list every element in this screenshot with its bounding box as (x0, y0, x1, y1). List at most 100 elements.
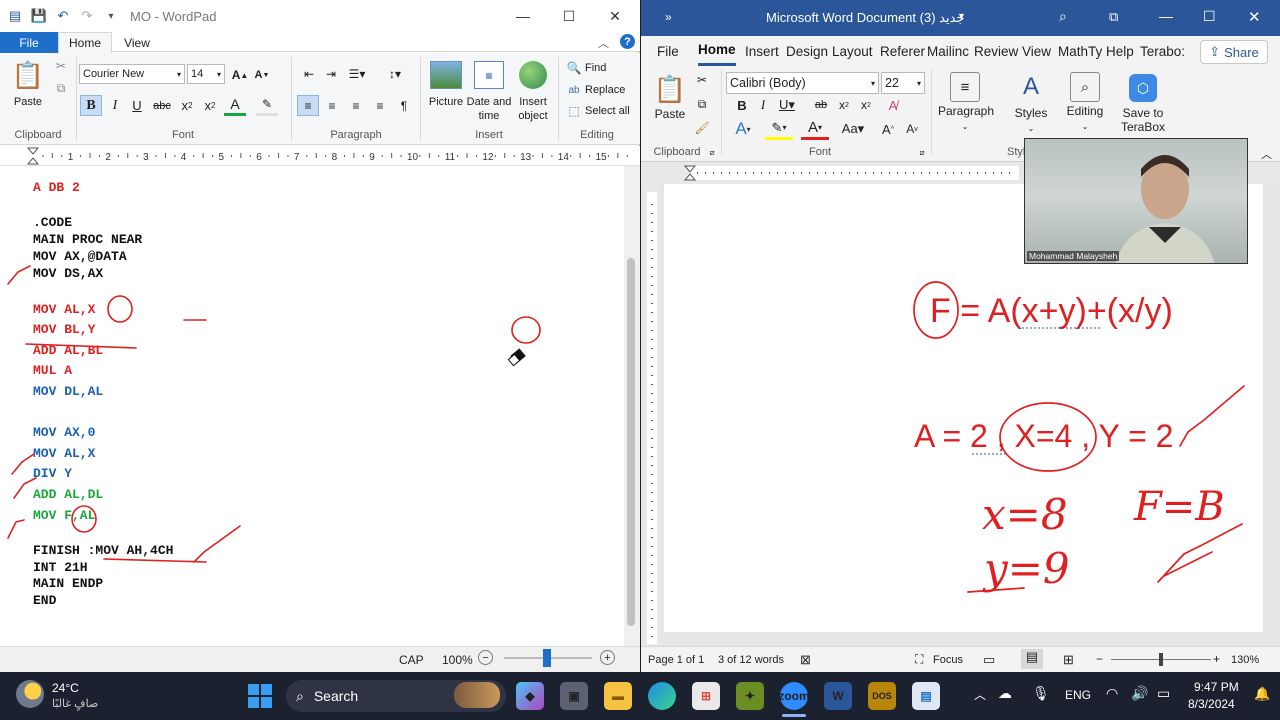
styles-button[interactable]: Styles (1009, 106, 1053, 120)
word-tab[interactable]: MathTy (1058, 36, 1102, 66)
save-icon[interactable]: 💾 (30, 7, 48, 25)
word-zoom-out-icon[interactable]: − (1096, 652, 1103, 666)
ribbon-display-icon[interactable]: ⧉ (1109, 9, 1118, 25)
editing-dropdown-icon[interactable]: ⌄ (1079, 120, 1091, 132)
clock-date[interactable]: 8/3/2024 (1188, 697, 1235, 711)
word-tab[interactable]: Mailinc (927, 36, 969, 66)
word-search-icon[interactable]: ⌕ (1059, 8, 1067, 25)
print-layout-icon[interactable]: ▤ (1021, 649, 1043, 669)
word-tab[interactable]: File (657, 36, 679, 66)
terabox-icon[interactable]: ⬡ (1129, 74, 1157, 102)
word-cut-icon[interactable]: ✂ (693, 72, 711, 88)
copy-icon[interactable]: ⧉ (54, 81, 68, 95)
insert-object-label[interactable]: Insert object (513, 95, 553, 123)
italic-button[interactable]: I (106, 95, 124, 116)
paste-icon[interactable]: 📋 (12, 59, 44, 91)
highlight-icon[interactable]: ✎ (256, 95, 278, 116)
find-icon[interactable]: 🔍 (566, 61, 582, 75)
word-tab[interactable]: Layout (832, 36, 873, 66)
word-grow-font-icon[interactable]: A ^ (879, 118, 897, 140)
superscript-button[interactable]: x2 (200, 95, 220, 116)
strikethrough-button[interactable]: abc (150, 95, 174, 116)
file-explorer-icon[interactable]: ▬ (604, 682, 632, 710)
replace-button[interactable]: Replace (585, 84, 625, 96)
undo-icon[interactable]: ↶ (54, 7, 72, 25)
styles-icon[interactable]: A (1015, 72, 1047, 102)
word-bold-button[interactable]: B (733, 96, 751, 114)
save-to-terabox-button[interactable]: Save to TeraBox (1117, 106, 1169, 134)
align-left-button[interactable]: ≡ (297, 95, 319, 116)
word-font-family-select[interactable]: Calibri (Body) ▾ (726, 72, 879, 94)
word-minimize-button[interactable]: — (1159, 8, 1173, 24)
word-count[interactable]: 3 of 12 words (718, 654, 784, 666)
font-launcher-icon[interactable]: ⧄ (917, 148, 927, 158)
wordpad-icon[interactable]: ▤ (912, 682, 940, 710)
styles-dropdown-icon[interactable]: ⌄ (1025, 122, 1037, 134)
increase-indent-icon[interactable]: ⇥ (322, 66, 340, 82)
font-color-icon[interactable]: A (224, 95, 246, 116)
wp-zoom-thumb[interactable] (543, 649, 551, 667)
tray-overflow-icon[interactable]: ︿ (974, 686, 986, 703)
volume-icon[interactable]: 🔊 (1131, 685, 1148, 702)
clock-time[interactable]: 9:47 PM (1194, 680, 1239, 694)
word-icon[interactable]: W (824, 682, 852, 710)
start-icon[interactable] (248, 684, 272, 708)
word-tab[interactable]: Insert (745, 36, 779, 66)
collapse-ribbon-icon[interactable]: ︿ (598, 35, 609, 51)
word-font-size-select[interactable]: 22 ▾ (881, 72, 925, 94)
word-tab[interactable]: Design (786, 36, 828, 66)
zoom-icon[interactable]: zoom (778, 682, 810, 710)
clear-format-icon[interactable]: A̸ (883, 96, 903, 114)
word-qat-icon[interactable]: » (665, 10, 672, 24)
store-icon[interactable]: ⊞ (692, 682, 720, 710)
accessibility-icon[interactable]: ⊠ (800, 652, 811, 668)
format-painter-icon[interactable]: 🖌 (693, 120, 711, 136)
customize-qat-icon[interactable]: ▾ (102, 7, 120, 25)
word-superscript-button[interactable]: x2 (857, 96, 875, 114)
wp-tab-view[interactable]: View (120, 32, 154, 53)
word-subscript-button[interactable]: x2 (835, 96, 853, 114)
camera-video-feed[interactable]: Mohammad Malaysheh (1024, 138, 1248, 264)
onedrive-icon[interactable]: ☁ (998, 685, 1012, 702)
bullets-icon[interactable]: ☰▾ (344, 66, 370, 82)
read-mode-icon[interactable]: ▭ (983, 652, 995, 668)
focus-mode-button[interactable]: Focus (933, 654, 963, 666)
task-view-icon[interactable]: ▣ (560, 682, 588, 710)
word-maximize-button[interactable]: ☐ (1203, 8, 1216, 25)
input-language[interactable]: ENG (1065, 688, 1091, 702)
wp-tab-home[interactable]: Home (58, 32, 112, 53)
search-highlight-icon[interactable] (454, 682, 500, 708)
picture-icon[interactable] (430, 61, 462, 89)
clipboard-launcher-icon[interactable]: ⧄ (707, 148, 717, 158)
edge-icon[interactable] (648, 682, 676, 710)
word-copy-icon[interactable]: ⧉ (693, 96, 711, 112)
wp-scroll-thumb[interactable] (627, 258, 635, 626)
subscript-button[interactable]: x2 (177, 95, 197, 116)
word-highlight-icon[interactable]: ✎ ▾ (765, 118, 793, 140)
word-collapse-ribbon-icon[interactable]: ︿ (1261, 146, 1272, 162)
word-tab[interactable]: Referer (880, 36, 925, 66)
word-tab[interactable]: Terabo: (1140, 36, 1185, 66)
zoom-in-icon[interactable]: + (600, 650, 615, 665)
bold-button[interactable]: B (80, 95, 102, 116)
paragraph-dialog-icon[interactable]: ¶ (394, 95, 414, 116)
word-font-color-icon[interactable]: A ▾ (801, 118, 829, 140)
notification-icon[interactable]: 🔔 (1254, 686, 1270, 702)
justify-button[interactable]: ≡ (370, 95, 390, 116)
word-underline-button[interactable]: U▾ (775, 96, 799, 114)
wifi-icon[interactable]: ◠ (1106, 685, 1118, 702)
weather-icon[interactable] (16, 680, 44, 708)
zoom-out-icon[interactable]: − (478, 650, 493, 665)
page-count[interactable]: Page 1 of 1 (648, 654, 704, 666)
align-right-button[interactable]: ≡ (346, 95, 366, 116)
replace-icon[interactable]: ab (566, 83, 582, 97)
text-effects-icon[interactable]: A ▾ (729, 118, 757, 140)
word-paragraph-button[interactable]: Paragraph (935, 104, 997, 118)
word-vertical-ruler[interactable] (645, 184, 659, 646)
decrease-indent-icon[interactable]: ⇤ (300, 66, 318, 82)
select-all-icon[interactable]: ⬚ (566, 104, 582, 118)
app-icon[interactable]: ✦ (736, 682, 764, 710)
share-button[interactable]: ⇪ Share (1200, 40, 1268, 64)
editing-button[interactable]: Editing (1061, 104, 1109, 118)
wp-paste-label[interactable]: Paste (8, 95, 48, 109)
